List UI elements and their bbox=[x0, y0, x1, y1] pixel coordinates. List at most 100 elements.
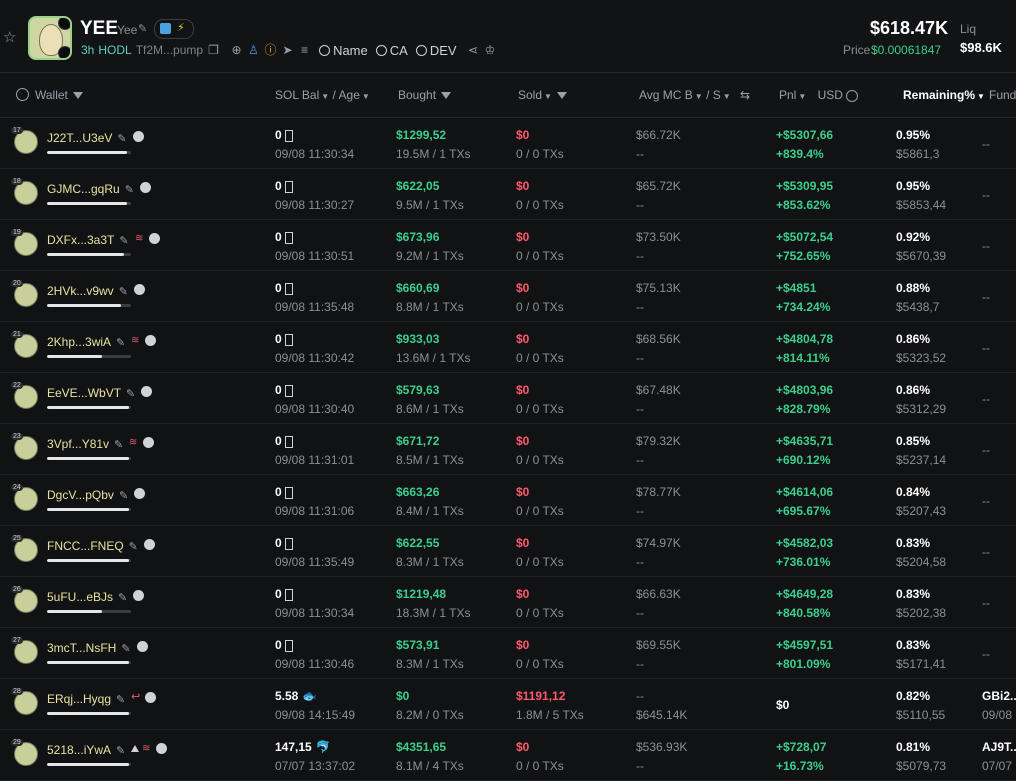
avatar[interactable]: 24 bbox=[11, 484, 38, 511]
token-tags[interactable]: ⚡ bbox=[154, 19, 194, 39]
swap-icon[interactable]: ⇆ bbox=[740, 88, 750, 102]
wallet-address[interactable]: FNCC...FNEQ bbox=[47, 539, 124, 553]
filter-icon[interactable] bbox=[72, 92, 83, 100]
col-remaining[interactable]: Remaining% ▼ bbox=[903, 88, 985, 102]
table-row[interactable]: 20 2HVk...v9wv ✎ 0 09/08 11:35:48 $660,69 8.8M… bbox=[0, 271, 1016, 322]
user-icon[interactable]: ♙ bbox=[247, 43, 260, 57]
avatar[interactable]: 28 bbox=[11, 688, 38, 715]
edit-icon[interactable]: ✎ bbox=[117, 133, 126, 145]
edit-icon[interactable]: ✎ bbox=[121, 643, 130, 655]
edit-icon[interactable]: ✎ bbox=[138, 22, 150, 35]
wallet-address[interactable]: GJMC...gqRu bbox=[47, 182, 120, 196]
wallet-link[interactable]: DgcV...pQbv ✎ bbox=[47, 488, 128, 502]
table-row[interactable]: 21 2Khp...3wiA ✎ ≋ 0 09/08 11:30:42 $933,03 13.… bbox=[0, 322, 1016, 373]
wallet-address[interactable]: J22T...U3eV bbox=[47, 131, 112, 145]
star-icon[interactable]: ☆ bbox=[3, 30, 19, 46]
table-row[interactable]: 28 ERqj...Hyqg ✎ ↩ 5.58 🐟 09/08 14:15:49 $0 8.2M… bbox=[0, 679, 1016, 730]
edit-icon[interactable]: ✎ bbox=[114, 439, 123, 451]
search-dev-button[interactable]: DEV bbox=[415, 43, 457, 58]
table-row[interactable]: 19 DXFx...3a3T ✎ ≋ 0 09/08 11:30:51 $673,96 9.2… bbox=[0, 220, 1016, 271]
wallet-address[interactable]: EeVE...WbVT bbox=[47, 386, 121, 400]
wallet-address[interactable]: ERqj...Hyqg bbox=[47, 692, 111, 706]
settings-icon[interactable] bbox=[16, 88, 29, 101]
wallet-address[interactable]: 5218...iYwA bbox=[47, 743, 111, 757]
token-address[interactable]: Tf2M...pump bbox=[136, 43, 203, 57]
col-usd-label[interactable]: USD bbox=[818, 88, 843, 102]
avatar[interactable]: 20 bbox=[11, 280, 38, 307]
filter-icon[interactable] bbox=[556, 92, 567, 100]
funding-source[interactable]: -- bbox=[982, 647, 990, 661]
menu-icon[interactable]: ≡ bbox=[298, 43, 311, 57]
col-bought[interactable]: Bought bbox=[398, 88, 452, 102]
wallet-address[interactable]: DXFx...3a3T bbox=[47, 233, 114, 247]
wallet-link[interactable]: 5uFU...eBJs ✎ bbox=[47, 590, 127, 604]
wallet-link[interactable]: DXFx...3a3T ✎ bbox=[47, 233, 129, 247]
wallet-link[interactable]: EeVE...WbVT ✎ bbox=[47, 386, 135, 400]
search-name-button[interactable]: Name bbox=[319, 43, 368, 58]
funding-source[interactable]: AJ9T... bbox=[982, 740, 1016, 754]
share-icon[interactable]: ⋖ bbox=[467, 43, 480, 57]
table-row[interactable]: 18 GJMC...gqRu ✎ 0 09/08 11:30:27 $622,05 9.5M… bbox=[0, 169, 1016, 220]
avatar[interactable]: 26 bbox=[11, 586, 38, 613]
funding-source[interactable]: -- bbox=[982, 596, 990, 610]
table-row[interactable]: 17 J22T...U3eV ✎ 0 09/08 11:30:34 $1299,52 19.… bbox=[0, 118, 1016, 169]
funding-source[interactable]: -- bbox=[982, 545, 990, 559]
avatar[interactable]: 29 bbox=[11, 739, 38, 766]
table-row[interactable]: 22 EeVE...WbVT ✎ 0 09/08 11:30:40 $579,63 8.6M… bbox=[0, 373, 1016, 424]
edit-icon[interactable]: ✎ bbox=[116, 694, 125, 706]
edit-icon[interactable]: ✎ bbox=[125, 184, 134, 196]
wallet-link[interactable]: 2HVk...v9wv ✎ bbox=[47, 284, 128, 298]
wallet-address[interactable]: 3Vpf...Y81v bbox=[47, 437, 109, 451]
avatar[interactable]: 27 bbox=[11, 637, 38, 664]
edit-icon[interactable]: ✎ bbox=[119, 490, 128, 502]
funding-source[interactable]: -- bbox=[982, 188, 990, 202]
wallet-link[interactable]: GJMC...gqRu ✎ bbox=[47, 182, 134, 196]
edit-icon[interactable]: ✎ bbox=[116, 337, 125, 349]
wallet-address[interactable]: 2Khp...3wiA bbox=[47, 335, 111, 349]
wallet-link[interactable]: 3mcT...NsFH ✎ bbox=[47, 641, 131, 655]
funding-source[interactable]: GBi2... bbox=[982, 689, 1016, 703]
col-avg-mc[interactable]: Avg MC B ▼ / S ▼ ⇆ bbox=[639, 88, 750, 102]
avatar[interactable]: 22 bbox=[11, 382, 38, 409]
wallet-address[interactable]: DgcV...pQbv bbox=[47, 488, 114, 502]
col-age-label[interactable]: / Age bbox=[333, 88, 360, 102]
col-sold[interactable]: Sold ▼ bbox=[518, 88, 567, 102]
warning-icon[interactable]: ⓘ bbox=[264, 43, 277, 57]
copy-icon[interactable]: ❐ bbox=[207, 43, 220, 57]
funding-source[interactable]: -- bbox=[982, 137, 990, 151]
wallet-link[interactable]: FNCC...FNEQ ✎ bbox=[47, 539, 138, 553]
wallet-link[interactable]: 2Khp...3wiA ✎ bbox=[47, 335, 125, 349]
table-row[interactable]: 26 5uFU...eBJs ✎ 0 09/08 11:30:34 $1219,48 18.… bbox=[0, 577, 1016, 628]
edit-icon[interactable]: ✎ bbox=[129, 541, 138, 553]
search-ca-button[interactable]: CA bbox=[375, 43, 408, 58]
filter-icon[interactable] bbox=[441, 92, 452, 100]
table-row[interactable]: 24 DgcV...pQbv ✎ 0 09/08 11:31:06 $663,26 8.4M… bbox=[0, 475, 1016, 526]
funding-source[interactable]: -- bbox=[982, 341, 990, 355]
funding-source[interactable]: -- bbox=[982, 443, 990, 457]
edit-icon[interactable]: ✎ bbox=[116, 745, 125, 757]
col-pnl[interactable]: Pnl ▼ USD bbox=[779, 88, 858, 102]
avatar[interactable]: 19 bbox=[11, 229, 38, 256]
edit-icon[interactable]: ✎ bbox=[126, 388, 135, 400]
token-avatar[interactable] bbox=[28, 16, 72, 60]
table-row[interactable]: 29 5218...iYwA ✎ ≋ 147,15 🐬 07/07 13:37:02 $435… bbox=[0, 730, 1016, 781]
wallet-link[interactable]: 3Vpf...Y81v ✎ bbox=[47, 437, 123, 451]
col-avg-mc-s-label[interactable]: / S bbox=[706, 88, 721, 102]
wallet-link[interactable]: ERqj...Hyqg ✎ bbox=[47, 692, 125, 706]
telegram-icon[interactable]: ➤ bbox=[281, 43, 294, 57]
edit-icon[interactable]: ✎ bbox=[119, 286, 128, 298]
globe-icon[interactable]: ⊕ bbox=[230, 43, 243, 57]
funding-source[interactable]: -- bbox=[982, 392, 990, 406]
wallet-link[interactable]: J22T...U3eV ✎ bbox=[47, 131, 127, 145]
currency-toggle-icon[interactable] bbox=[845, 89, 858, 102]
col-sol-bal[interactable]: SOL Bal ▼ / Age ▼ bbox=[275, 88, 370, 102]
col-fund[interactable]: Fund bbox=[989, 88, 1016, 102]
funding-source[interactable]: -- bbox=[982, 494, 990, 508]
table-row[interactable]: 25 FNCC...FNEQ ✎ 0 09/08 11:35:49 $622,55 8.3M… bbox=[0, 526, 1016, 577]
avatar[interactable]: 25 bbox=[11, 535, 38, 562]
edit-icon[interactable]: ✎ bbox=[119, 235, 128, 247]
wallet-address[interactable]: 2HVk...v9wv bbox=[47, 284, 114, 298]
wallet-link[interactable]: 5218...iYwA ✎ bbox=[47, 743, 125, 757]
crown-icon[interactable]: ♔ bbox=[484, 43, 497, 57]
funding-source[interactable]: -- bbox=[982, 239, 990, 253]
